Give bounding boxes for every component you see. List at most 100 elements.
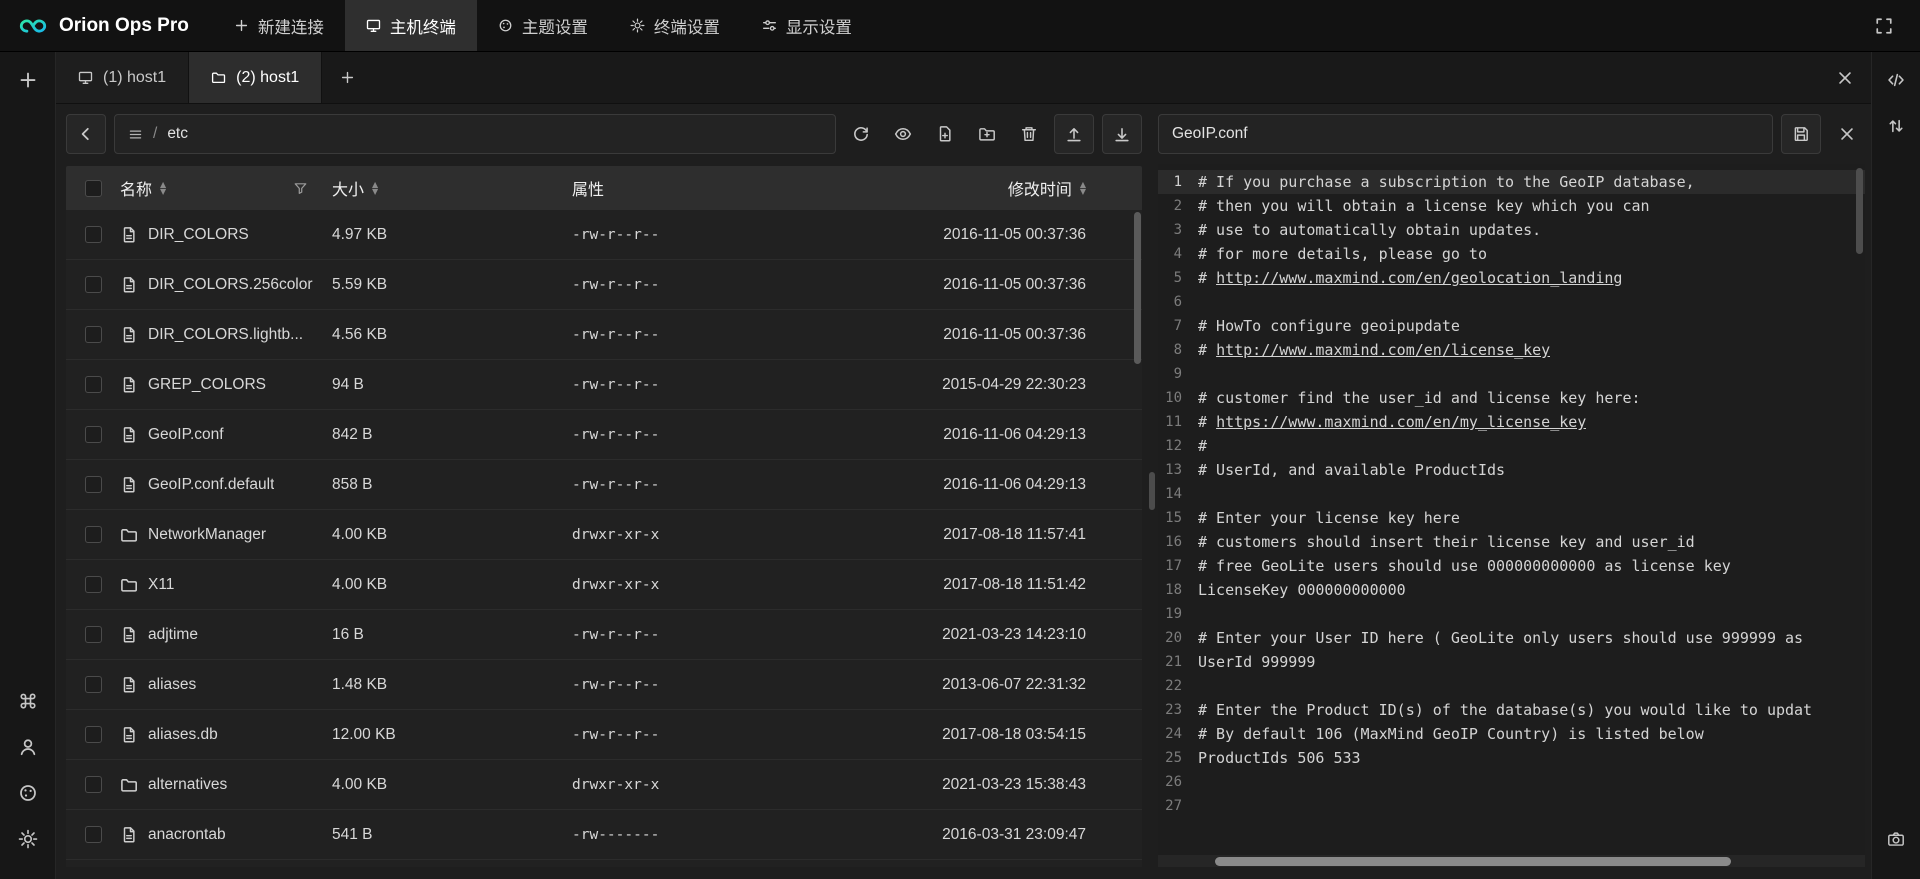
file-row[interactable]: DIR_COLORS4.97 KB-rw-r--r--2016-11-05 00…	[66, 210, 1142, 260]
file-name[interactable]: aliases	[148, 676, 196, 694]
url-link[interactable]: http://www.maxmind.com/en/license_key	[1216, 341, 1550, 359]
column-header-name[interactable]: 名称 ▲▼	[120, 176, 332, 200]
refresh-button[interactable]	[844, 114, 878, 154]
file-name[interactable]: NetworkManager	[148, 526, 266, 544]
code-line[interactable]: 22	[1158, 674, 1865, 698]
editor-toggle-button[interactable]	[1878, 62, 1914, 98]
url-link[interactable]: https://www.maxmind.com/en/my_license_ke…	[1216, 413, 1586, 431]
new-folder-button[interactable]	[970, 114, 1004, 154]
panel-resize-divider[interactable]	[1146, 114, 1158, 867]
file-row[interactable]: DIR_COLORS.lightb...4.56 KB-rw-r--r--201…	[66, 310, 1142, 360]
code-line[interactable]: 20# Enter your User ID here ( GeoLite on…	[1158, 626, 1865, 650]
file-row[interactable]: anacrontab541 B-rw-------2016-03-31 23:0…	[66, 810, 1142, 860]
code-line[interactable]: 23# Enter the Product ID(s) of the datab…	[1158, 698, 1865, 722]
code-line[interactable]: 12#	[1158, 434, 1865, 458]
file-name[interactable]: anacrontab	[148, 826, 226, 844]
row-checkbox[interactable]	[85, 476, 102, 493]
file-name[interactable]: GeoIP.conf	[148, 426, 224, 444]
select-all-checkbox[interactable]	[85, 180, 102, 197]
code-line[interactable]: 15# Enter your license key here	[1158, 506, 1865, 530]
code-line[interactable]: 24# By default 106 (MaxMind GeoIP Countr…	[1158, 722, 1865, 746]
row-checkbox[interactable]	[85, 726, 102, 743]
save-button[interactable]	[1781, 114, 1821, 154]
file-list-scrollbar[interactable]	[1134, 212, 1141, 364]
close-editor-button[interactable]	[1829, 116, 1865, 152]
code-line[interactable]: 7# HowTo configure geoipupdate	[1158, 314, 1865, 338]
file-name[interactable]: DIR_COLORS.256color	[148, 276, 313, 294]
resize-grip[interactable]	[1149, 472, 1155, 510]
new-tab-button[interactable]	[10, 62, 46, 98]
sort-mtime-icon[interactable]: ▲▼	[1080, 181, 1086, 195]
row-checkbox[interactable]	[85, 376, 102, 393]
code-line[interactable]: 26	[1158, 770, 1865, 794]
row-checkbox[interactable]	[85, 526, 102, 543]
file-row[interactable]: aliases.db12.00 KB-rw-r--r--2017-08-18 0…	[66, 710, 1142, 760]
code-line[interactable]: 10# customer find the user_id and licens…	[1158, 386, 1865, 410]
nav-host-terminal[interactable]: 主机终端	[345, 0, 477, 51]
row-checkbox[interactable]	[85, 426, 102, 443]
nav-terminal-settings[interactable]: 终端设置	[609, 0, 741, 51]
code-line[interactable]: 17# free GeoLite users should use 000000…	[1158, 554, 1865, 578]
add-tab-button[interactable]	[322, 52, 372, 103]
delete-button[interactable]	[1012, 114, 1046, 154]
row-checkbox[interactable]	[85, 826, 102, 843]
editor-vertical-scrollbar[interactable]	[1856, 168, 1863, 254]
file-row[interactable]: GeoIP.conf.default858 B-rw-r--r--2016-11…	[66, 460, 1142, 510]
users-button[interactable]	[10, 729, 46, 765]
code-editor[interactable]: 1# If you purchase a subscription to the…	[1158, 164, 1865, 867]
file-name[interactable]: aliases.db	[148, 726, 218, 744]
toggle-hidden-files-button[interactable]	[886, 114, 920, 154]
breadcrumb[interactable]: / etc	[114, 114, 836, 154]
code-line[interactable]: 21UserId 999999	[1158, 650, 1865, 674]
sort-name-icon[interactable]: ▲▼	[160, 181, 166, 195]
shortcuts-button[interactable]	[10, 683, 46, 719]
file-row[interactable]: DIR_COLORS.256color5.59 KB-rw-r--r--2016…	[66, 260, 1142, 310]
tab-host1-1[interactable]: (1) host1	[56, 52, 189, 103]
file-name[interactable]: GeoIP.conf.default	[148, 476, 274, 494]
row-checkbox[interactable]	[85, 226, 102, 243]
code-line[interactable]: 11# https://www.maxmind.com/en/my_licens…	[1158, 410, 1865, 434]
upload-button[interactable]	[1054, 114, 1094, 154]
file-row[interactable]: GREP_COLORS94 B-rw-r--r--2015-04-29 22:3…	[66, 360, 1142, 410]
row-checkbox[interactable]	[85, 776, 102, 793]
fullscreen-button[interactable]	[1866, 8, 1902, 44]
settings-button[interactable]	[10, 821, 46, 857]
file-name[interactable]: GREP_COLORS	[148, 376, 266, 394]
code-line[interactable]: 25ProductIds 506 533	[1158, 746, 1865, 770]
row-checkbox[interactable]	[85, 676, 102, 693]
download-button[interactable]	[1102, 114, 1142, 154]
nav-new-connection[interactable]: 新建连接	[213, 0, 345, 51]
file-row[interactable]: alternatives4.00 KBdrwxr-xr-x2021-03-23 …	[66, 760, 1142, 810]
file-name[interactable]: adjtime	[148, 626, 198, 644]
url-link[interactable]: http://www.maxmind.com/en/geolocation_la…	[1216, 269, 1622, 287]
code-line[interactable]: 1# If you purchase a subscription to the…	[1158, 170, 1865, 194]
theme-button[interactable]	[10, 775, 46, 811]
path-segment-etc[interactable]: etc	[167, 125, 188, 143]
tab-host1-2[interactable]: (2) host1	[189, 52, 322, 103]
row-checkbox[interactable]	[85, 626, 102, 643]
code-line[interactable]: 16# customers should insert their licens…	[1158, 530, 1865, 554]
code-line[interactable]: 6	[1158, 290, 1865, 314]
filter-icon[interactable]	[293, 181, 308, 196]
sort-size-icon[interactable]: ▲▼	[372, 181, 378, 195]
transfer-list-button[interactable]	[1878, 108, 1914, 144]
file-row[interactable]: aliases1.48 KB-rw-r--r--2013-06-07 22:31…	[66, 660, 1142, 710]
file-name[interactable]: DIR_COLORS.lightb...	[148, 326, 303, 344]
file-row[interactable]: NetworkManager4.00 KBdrwxr-xr-x2017-08-1…	[66, 510, 1142, 560]
code-line[interactable]: 27	[1158, 794, 1865, 818]
code-line[interactable]: 5# http://www.maxmind.com/en/geolocation…	[1158, 266, 1865, 290]
code-line[interactable]: 18LicenseKey 000000000000	[1158, 578, 1865, 602]
code-line[interactable]: 9	[1158, 362, 1865, 386]
code-line[interactable]: 3# use to automatically obtain updates.	[1158, 218, 1865, 242]
code-line[interactable]: 19	[1158, 602, 1865, 626]
file-name[interactable]: DIR_COLORS	[148, 226, 249, 244]
column-header-mtime[interactable]: 修改时间 ▲▼	[882, 176, 1142, 200]
column-header-size[interactable]: 大小 ▲▼	[332, 176, 572, 200]
row-checkbox[interactable]	[85, 326, 102, 343]
back-button[interactable]	[66, 114, 106, 154]
editor-horizontal-scrollbar[interactable]	[1215, 857, 1731, 866]
code-line[interactable]: 4# for more details, please go to	[1158, 242, 1865, 266]
code-line[interactable]: 14	[1158, 482, 1865, 506]
file-row[interactable]	[66, 860, 1142, 867]
code-line[interactable]: 8# http://www.maxmind.com/en/license_key	[1158, 338, 1865, 362]
